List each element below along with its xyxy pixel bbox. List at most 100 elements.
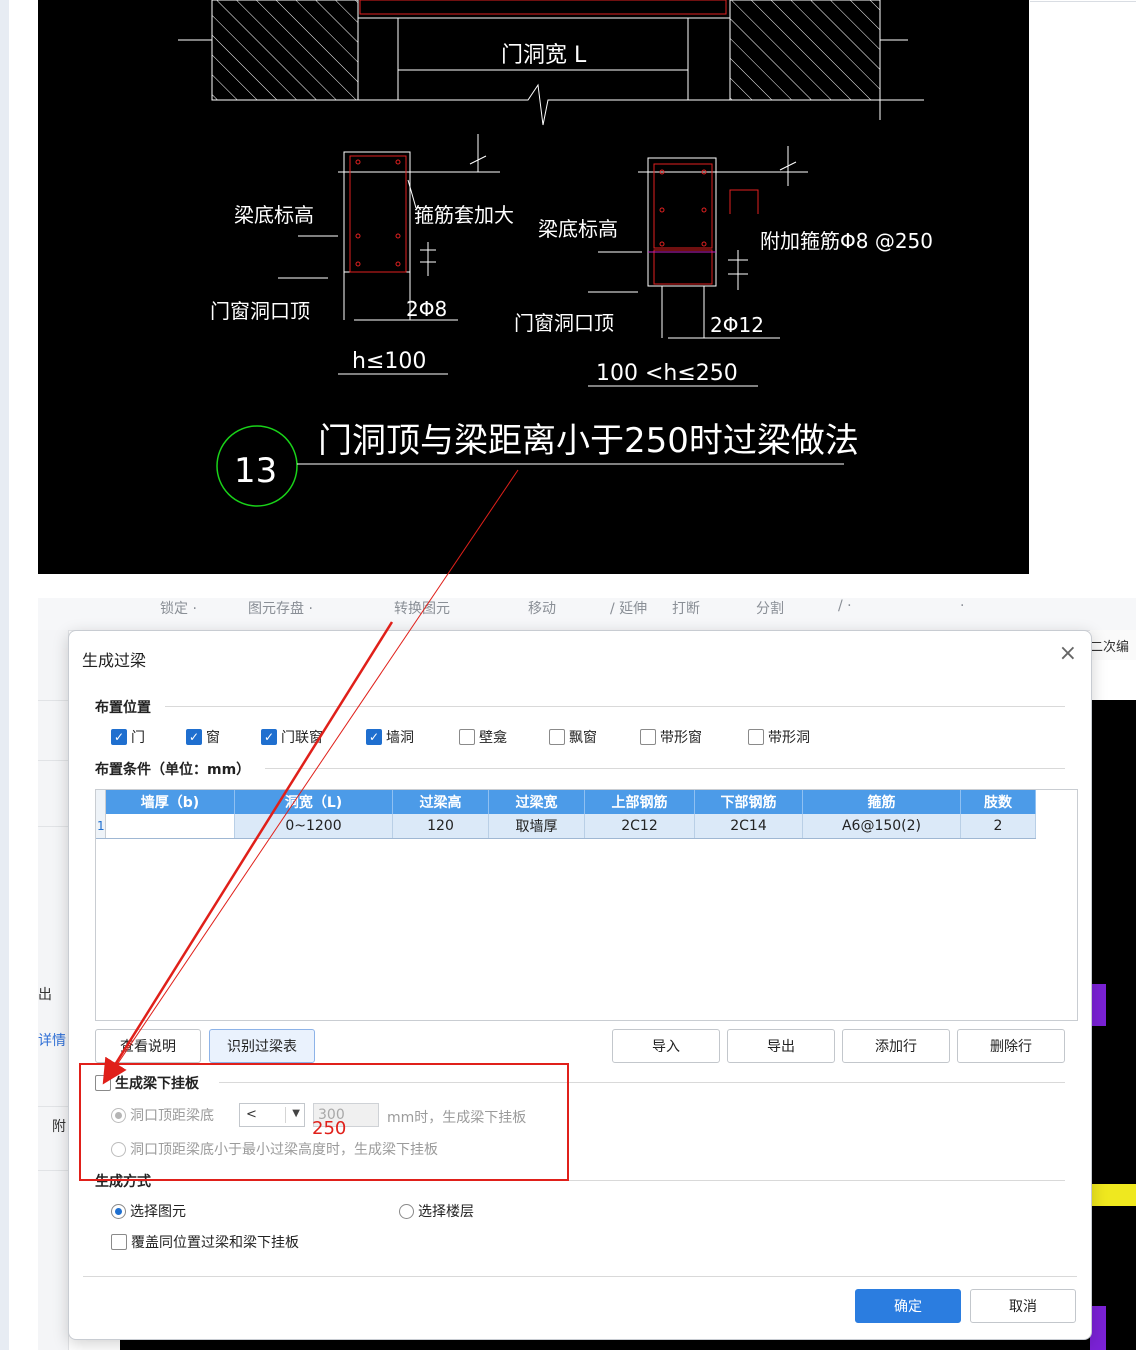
placement-checkbox-5[interactable] <box>549 729 565 745</box>
import-button[interactable]: 导入 <box>612 1029 720 1063</box>
col-wall-thickness[interactable]: 墙厚（b) <box>105 790 235 814</box>
ok-button[interactable]: 确定 <box>855 1289 961 1323</box>
right-extra-stirrup-label: 附加箍筋Φ8 @250 <box>760 229 933 253</box>
placement-option-4[interactable]: 壁龛 <box>459 727 507 747</box>
operator-select[interactable]: < ▼ <box>239 1103 305 1127</box>
placement-checkbox-1[interactable]: ✓ <box>186 729 202 745</box>
bg-tool-convert: 转换图元 <box>394 601 450 617</box>
operator-select-value: < <box>246 1107 257 1122</box>
select-elements-option[interactable]: 选择图元 <box>111 1201 186 1221</box>
col-lintel-height[interactable]: 过梁高 <box>392 790 489 814</box>
right-condition-label: 100 <h≤250 <box>596 361 738 386</box>
cancel-button[interactable]: 取消 <box>970 1289 1076 1323</box>
bg-tool-dropdown: · <box>960 598 965 614</box>
placement-option-1[interactable]: ✓ 窗 <box>186 727 220 747</box>
col-legs[interactable]: 肢数 <box>960 790 1036 814</box>
select-floors-label: 选择楼层 <box>418 1204 474 1220</box>
placement-checkbox-6[interactable] <box>640 729 656 745</box>
select-floors-radio[interactable] <box>399 1203 414 1219</box>
right-beam-bottom-label: 梁底标高 <box>538 217 618 241</box>
placement-checkbox-2[interactable]: ✓ <box>261 729 277 745</box>
background-right-tab: 二次编 <box>1090 630 1136 660</box>
bg-tool-break: 打断 <box>672 601 700 617</box>
placement-label-2: 门联窗 <box>281 730 323 746</box>
overwrite-box[interactable] <box>111 1234 127 1250</box>
dialog-title: 生成过梁 <box>82 651 147 670</box>
placement-checkbox-0[interactable]: ✓ <box>111 729 127 745</box>
close-icon[interactable]: × <box>1059 643 1077 665</box>
table-header-row: 墙厚（b) 洞宽（L) 过梁高 过梁宽 上部钢筋 下部钢筋 箍筋 肢数 <box>96 790 1036 814</box>
recognize-table-button[interactable]: 识别过梁表 <box>209 1029 315 1063</box>
hanging-option-min-height-radio[interactable] <box>111 1141 126 1157</box>
placement-option-3[interactable]: ✓ 墙洞 <box>366 727 414 747</box>
cad-drawing-svg: 门洞宽 L 梁底标高 箍筋套加大 门窗洞口顶 2Φ8 h≤100 梁底标高 附加… <box>178 0 933 507</box>
cell-opening-width[interactable]: 0~1200 <box>234 814 393 839</box>
bg-left-text-attach: 附 <box>52 1119 66 1135</box>
stirrup-right <box>653 163 713 249</box>
placement-option-0[interactable]: ✓ 门 <box>111 727 145 747</box>
hanging-option-distance[interactable]: 洞口顶距梁底 <box>111 1105 214 1125</box>
placement-option-5[interactable]: 飘窗 <box>549 727 597 747</box>
select-elements-radio[interactable] <box>111 1203 126 1219</box>
select-floors-option[interactable]: 选择楼层 <box>399 1201 474 1221</box>
placement-label-1: 窗 <box>206 730 220 746</box>
left-condition-label: h≤100 <box>352 349 426 374</box>
placement-label-6: 带形窗 <box>660 730 702 746</box>
col-top-rebar[interactable]: 上部钢筋 <box>584 790 695 814</box>
door-width-label: 门洞宽 L <box>501 43 587 68</box>
view-help-button[interactable]: 查看说明 <box>95 1029 201 1063</box>
hanging-plate-checkbox[interactable]: 生成梁下挂板 <box>95 1073 199 1093</box>
hanging-option-min-height-label: 洞口顶距梁底小于最小过梁高度时，生成梁下挂板 <box>130 1142 438 1158</box>
placement-checkbox-3[interactable]: ✓ <box>366 729 382 745</box>
generate-method-title: 生成方式 <box>95 1174 151 1190</box>
left-opening-top-label: 门窗洞口顶 <box>210 299 310 323</box>
placement-section-title: 布置位置 <box>95 700 151 716</box>
col-bottom-rebar[interactable]: 下部钢筋 <box>694 790 803 814</box>
cell-stirrup[interactable]: A6@150(2) <box>802 814 961 839</box>
col-lintel-width[interactable]: 过梁宽 <box>488 790 585 814</box>
cell-lintel-width[interactable]: 取墙厚 <box>488 814 585 839</box>
col-opening-width[interactable]: 洞宽（L) <box>234 790 393 814</box>
cell-bottom-rebar[interactable]: 2C14 <box>694 814 803 839</box>
detail-number: 13 <box>234 451 277 491</box>
conditions-table: 墙厚（b) 洞宽（L) 过梁高 过梁宽 上部钢筋 下部钢筋 箍筋 肢数 1 0~… <box>95 789 1078 1021</box>
right-opening-top-label: 门窗洞口顶 <box>514 311 614 335</box>
placement-label-7: 带形洞 <box>768 730 810 746</box>
left-edge-strip <box>0 0 9 1350</box>
placement-option-6[interactable]: 带形窗 <box>640 727 702 747</box>
cell-top-rebar[interactable]: 2C12 <box>584 814 695 839</box>
background-cad-canvas <box>1090 700 1136 1350</box>
row-number[interactable]: 1 <box>96 814 106 839</box>
overwrite-checkbox[interactable]: 覆盖同位置过梁和梁下挂板 <box>111 1232 299 1252</box>
placement-checkbox-4[interactable] <box>459 729 475 745</box>
cad-drawing: 门洞宽 L 梁底标高 箍筋套加大 门窗洞口顶 2Φ8 h≤100 梁底标高 附加… <box>38 0 1029 574</box>
add-row-button[interactable]: 添加行 <box>842 1029 950 1063</box>
left-rebar-label: 2Φ8 <box>406 297 447 321</box>
hanging-option-suffix: mm时，生成梁下挂板 <box>387 1110 527 1126</box>
cell-legs[interactable]: 2 <box>960 814 1036 839</box>
placement-label-0: 门 <box>131 730 145 746</box>
hanging-option-distance-label: 洞口顶距梁底 <box>130 1108 214 1124</box>
lintel-top <box>359 0 727 15</box>
hanging-option-min-height[interactable]: 洞口顶距梁底小于最小过梁高度时，生成梁下挂板 <box>111 1139 438 1159</box>
hanging-option-distance-radio[interactable] <box>111 1107 126 1123</box>
export-button[interactable]: 导出 <box>727 1029 835 1063</box>
overwrite-label: 覆盖同位置过梁和梁下挂板 <box>131 1235 299 1251</box>
stirrup-left <box>349 155 407 273</box>
conditions-section-title: 布置条件（单位：mm） <box>95 762 251 778</box>
col-stirrup[interactable]: 箍筋 <box>802 790 961 814</box>
delete-row-button[interactable]: 删除行 <box>957 1029 1065 1063</box>
placement-option-2[interactable]: ✓ 门联窗 <box>261 727 323 747</box>
placement-checkbox-7[interactable] <box>748 729 764 745</box>
bg-tool-extend: / 延伸 <box>610 601 648 617</box>
generate-lintel-dialog: 生成过梁 × 布置位置 ✓ 门 ✓ 窗 ✓ 门联窗 ✓ 墙洞 壁龛 飘窗 带形窗 带形洞 布置条件（单… <box>68 630 1092 1340</box>
bg-tool-move: 移动 <box>528 601 556 617</box>
placement-label-5: 飘窗 <box>569 730 597 746</box>
placement-option-7[interactable]: 带形洞 <box>748 727 810 747</box>
table-row[interactable]: 1 0~1200 120 取墙厚 2C12 2C14 A6@150(2) 2 <box>96 814 1036 839</box>
cell-lintel-height[interactable]: 120 <box>392 814 489 839</box>
cell-wall-thickness[interactable] <box>105 814 235 839</box>
hanging-plate-box[interactable] <box>95 1075 111 1091</box>
placement-label-3: 墙洞 <box>386 730 414 746</box>
beam-left <box>343 151 411 273</box>
